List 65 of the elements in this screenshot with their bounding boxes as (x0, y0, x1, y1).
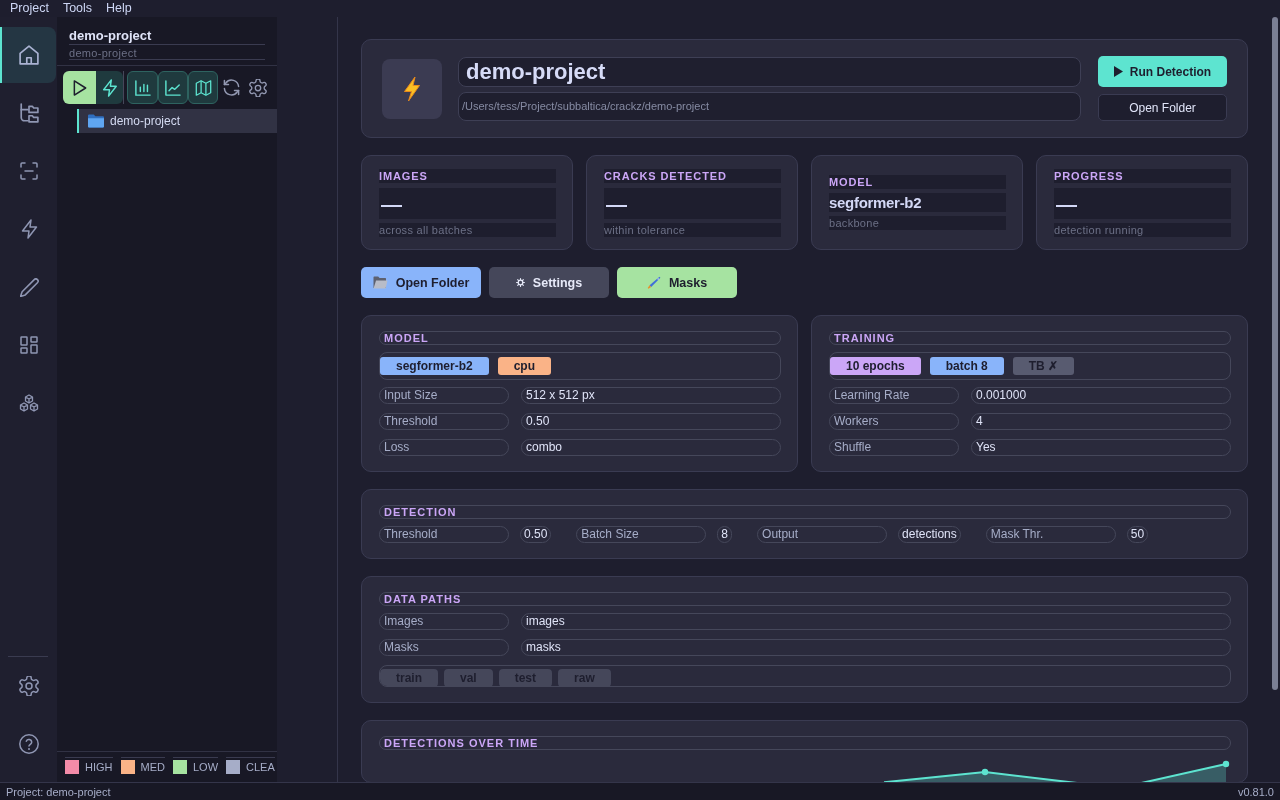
stat-label: CRACKS DETECTED (604, 168, 781, 183)
menu-item[interactable]: Help (106, 1, 132, 16)
pencil-icon (19, 277, 39, 297)
menu-item[interactable]: Project (10, 1, 49, 16)
lightning-icon (382, 58, 442, 119)
folder-icon (88, 114, 104, 128)
bar-chart-icon (134, 79, 151, 96)
tag: cpu (497, 357, 552, 375)
toolbar-button[interactable] (127, 71, 158, 104)
legend-label: LOW (192, 761, 218, 773)
toolbar-button[interactable] (96, 71, 124, 104)
tag: TB ✗ (1012, 357, 1075, 375)
tree-item[interactable]: demo-project (77, 109, 277, 133)
play-icon (1113, 66, 1123, 77)
tag: 10 epochs (830, 357, 921, 375)
lightning-icon (102, 78, 118, 97)
project-path: /Users/tess/Project/subbaltica/crackz/demo-project (458, 91, 1081, 121)
dashboard-icon (20, 336, 38, 354)
toolbar-button[interactable] (63, 71, 97, 104)
folder-tree-icon (19, 103, 39, 123)
menu-item[interactable]: Tools (62, 1, 93, 16)
settings-icon (19, 676, 39, 696)
tag: segformer-b2 (380, 357, 489, 375)
toolbar-button[interactable] (188, 71, 219, 104)
scan-icon (20, 162, 38, 180)
pen-icon (646, 275, 661, 290)
stat-label: MODEL (829, 175, 1006, 189)
stat-value: segformer-b2 (829, 193, 1006, 212)
legend-label: HIGH (85, 761, 113, 773)
play-icon (72, 79, 87, 96)
run-detection-button[interactable]: Run Detection (1098, 56, 1227, 87)
legend-label: MED (140, 761, 165, 773)
stat-label: PROGRESS (1054, 168, 1231, 183)
action-button[interactable]: Open Folder (361, 267, 481, 298)
stat-caption: across all batches (379, 222, 556, 237)
map-icon (194, 79, 212, 96)
status-text: Project: demo-project (6, 785, 111, 798)
toolbar-button[interactable] (157, 71, 189, 104)
open-folder-button[interactable]: Open Folder (1098, 94, 1227, 121)
stat-caption: detection running (1054, 222, 1231, 237)
version-text: v0.81.0 (1237, 785, 1274, 798)
scrollbar-thumb[interactable] (1272, 17, 1278, 690)
line-chart-icon (164, 79, 181, 96)
folder-icon (372, 276, 388, 289)
action-button[interactable]: Settings (489, 267, 609, 298)
stat-caption: within tolerance (604, 222, 781, 237)
cubes-icon (19, 393, 39, 413)
stat-value: — (379, 187, 556, 219)
home-icon (19, 45, 39, 65)
tag: batch 8 (929, 357, 1004, 375)
refresh-icon (223, 79, 240, 96)
activity-bar-button[interactable] (0, 27, 56, 83)
help-icon (19, 734, 39, 754)
stat-caption: backbone (829, 216, 1006, 230)
settings-icon (248, 78, 267, 97)
stat-label: IMAGES (379, 168, 556, 183)
action-button[interactable]: Masks (617, 267, 737, 298)
project-subtitle: demo-project (69, 47, 265, 60)
legend-label: CLEA (246, 761, 275, 773)
project-name: demo-project (69, 29, 265, 45)
stat-value: — (604, 187, 781, 219)
stat-value: — (1054, 187, 1231, 219)
project-title: demo-project (458, 56, 1081, 87)
settings-icon (515, 278, 525, 287)
lightning-icon (20, 219, 38, 239)
